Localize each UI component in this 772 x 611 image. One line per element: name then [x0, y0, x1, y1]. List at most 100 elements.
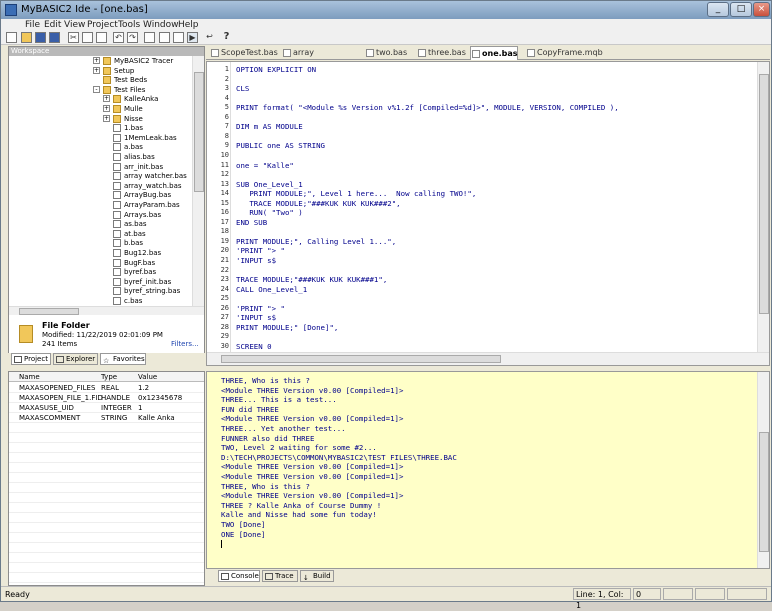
run-icon[interactable]: ▶ — [187, 32, 198, 43]
code-line[interactable]: TRACE MODULE;"###KUK KUK KUK###1", — [236, 275, 387, 284]
tab-scopetest[interactable]: ScopeTest.bas — [210, 46, 278, 60]
save-all-icon[interactable] — [49, 32, 60, 43]
tree-file[interactable]: a.bas — [9, 142, 192, 152]
menu-window[interactable]: Window — [143, 20, 179, 30]
tree-file[interactable]: arr_init.bas — [9, 162, 192, 172]
tab-project[interactable]: Project — [11, 353, 51, 365]
tab-one[interactable]: one.bas — [470, 46, 518, 60]
tab-favorites[interactable]: ☆ Favorites — [100, 353, 146, 365]
tree-file[interactable]: byref_init.bas — [9, 277, 192, 287]
expand-icon[interactable]: + — [103, 95, 110, 103]
tree-file[interactable]: b.bas — [9, 238, 192, 248]
tree-file[interactable]: alias.bas — [9, 152, 192, 162]
editor-vertical-scrollbar[interactable] — [757, 62, 769, 352]
code-line[interactable]: RUN( "Two" ) — [236, 208, 302, 217]
tab-trace[interactable]: Trace — [262, 570, 298, 582]
tab-explorer[interactable]: Explorer — [53, 353, 98, 365]
tree-folder[interactable]: + Setup — [9, 66, 192, 76]
code-line[interactable]: OPTION EXPLICIT ON — [236, 65, 316, 74]
code-line[interactable]: one = "Kalle" — [236, 161, 294, 170]
tree-file[interactable]: Bug12.bas — [9, 248, 192, 258]
code-line[interactable]: CLS — [236, 84, 249, 93]
menu-edit[interactable]: Edit — [44, 20, 61, 30]
minimize-button[interactable]: _ — [707, 2, 729, 17]
expand-icon[interactable]: + — [103, 114, 110, 122]
menu-project[interactable]: Project — [87, 20, 118, 30]
filters-link[interactable]: Filters... — [171, 340, 199, 348]
tree-file[interactable]: array_watch.bas — [9, 181, 192, 191]
menu-view[interactable]: View — [64, 20, 85, 30]
expand-icon[interactable]: + — [103, 105, 110, 112]
code-line[interactable]: SCREEN 0 — [236, 342, 272, 351]
save-icon[interactable] — [35, 32, 46, 43]
menu-file[interactable]: File — [25, 20, 40, 30]
tree-file[interactable]: 1MemLeak.bas — [9, 133, 192, 143]
code-line[interactable]: PUBLIC one AS STRING — [236, 141, 325, 150]
tab-build[interactable]: ↓ Build — [300, 570, 334, 582]
property-row[interactable]: MAXASUSE_UID INTEGER 1 — [9, 403, 204, 413]
tree-file[interactable]: byref.bas — [9, 267, 192, 277]
tree-folder[interactable]: + Nisse — [9, 114, 192, 124]
code-line[interactable]: PRINT MODULE;", Calling Level 1...", — [236, 237, 396, 246]
code-editor[interactable]: 1 2 3 4 5 6 7 8 9 10 11 12 13 14 15 16 17 18 19 20 21 22 23 24 2… — [206, 61, 770, 366]
tree-file[interactable]: ArrayParam.bas — [9, 200, 192, 210]
tree-horizontal-scrollbar[interactable] — [9, 306, 204, 315]
redo-icon[interactable]: ↷ — [127, 32, 138, 43]
code-line[interactable]: 'INPUT s$ — [236, 313, 276, 322]
scrollbar-thumb[interactable] — [759, 432, 769, 552]
tree-folder[interactable]: + KalleAnka — [9, 94, 192, 104]
code-line[interactable]: PRINT MODULE;" [Done]", — [236, 323, 338, 332]
code-line[interactable]: TRACE MODULE;"###KUK KUK KUK###2", — [236, 199, 400, 208]
paste-icon[interactable] — [96, 32, 107, 43]
property-row[interactable]: MAXASOPENED_FILES REAL 1.2 — [9, 383, 204, 393]
close-button[interactable]: × — [753, 2, 770, 17]
editor-horizontal-scrollbar[interactable] — [207, 352, 769, 365]
scrollbar-thumb[interactable] — [759, 74, 769, 314]
tab-array-watcher[interactable]: array watcher.bas — [282, 46, 358, 70]
tree-folder[interactable]: Test Beds — [9, 75, 192, 85]
tree-file[interactable]: array watcher.bas — [9, 171, 192, 181]
tab-console[interactable]: Console — [218, 570, 260, 582]
scrollbar-thumb[interactable] — [19, 308, 79, 315]
new-file-icon[interactable] — [6, 32, 17, 43]
print-icon[interactable] — [159, 32, 170, 43]
property-row[interactable]: MAXASCOMMENT STRING Kalle Anka — [9, 413, 204, 423]
console-output[interactable]: THREE, Who is this ? <Module THREE Versio… — [206, 371, 770, 569]
code-line[interactable]: 'PRINT "> " — [236, 246, 285, 255]
collapse-icon[interactable]: - — [93, 85, 100, 93]
undo-icon[interactable]: ↶ — [113, 32, 124, 43]
maximize-button[interactable]: □ — [730, 2, 752, 17]
help-icon[interactable]: ? — [221, 32, 232, 43]
scrollbar-thumb[interactable] — [194, 72, 204, 192]
column-name[interactable]: Name — [19, 373, 40, 381]
menu-tools[interactable]: Tools — [118, 20, 140, 30]
tree-file[interactable]: c.bas — [9, 296, 192, 306]
tree-file[interactable]: as.bas — [9, 219, 192, 229]
code-line[interactable]: PRINT format( "<Module %s Version v%1.2f… — [236, 103, 619, 112]
compile-icon[interactable] — [173, 32, 184, 43]
menu-help[interactable]: Help — [178, 20, 199, 30]
tab-three[interactable]: three.bas — [417, 46, 467, 60]
console-vertical-scrollbar[interactable] — [757, 372, 769, 568]
column-type[interactable]: Type — [101, 373, 117, 381]
tree-folder[interactable]: + Mulle — [9, 104, 192, 114]
property-row[interactable]: MAXASOPEN_FILE_1.FID HANDLE 0x12345678 — [9, 393, 204, 403]
code-line[interactable]: SUB One_Level_1 — [236, 180, 303, 189]
code-line[interactable]: 'INPUT s$ — [236, 256, 276, 265]
tree-file[interactable]: ArrayBug.bas — [9, 190, 192, 200]
tree-file[interactable]: at.bas — [9, 229, 192, 239]
code-line[interactable]: 'PRINT "> " — [236, 304, 285, 313]
tree-file[interactable]: 1.bas — [9, 123, 192, 133]
copy-icon[interactable] — [82, 32, 93, 43]
tree-file[interactable]: BugF.bas — [9, 258, 192, 268]
tab-copyframe[interactable]: CopyFrame.mqb — [526, 46, 603, 60]
tree-file[interactable]: byref_string.bas — [9, 286, 192, 296]
scrollbar-thumb[interactable] — [221, 355, 501, 363]
code-line[interactable]: CALL One_Level_1 — [236, 285, 307, 294]
open-folder-icon[interactable] — [21, 32, 32, 43]
tree-file[interactable]: Arrays.bas — [9, 210, 192, 220]
cut-icon[interactable]: ✂ — [68, 32, 79, 43]
code-line[interactable]: END SUB — [236, 218, 267, 227]
expand-icon[interactable]: + — [93, 57, 100, 64]
tree-folder[interactable]: - Test Files — [9, 85, 192, 95]
